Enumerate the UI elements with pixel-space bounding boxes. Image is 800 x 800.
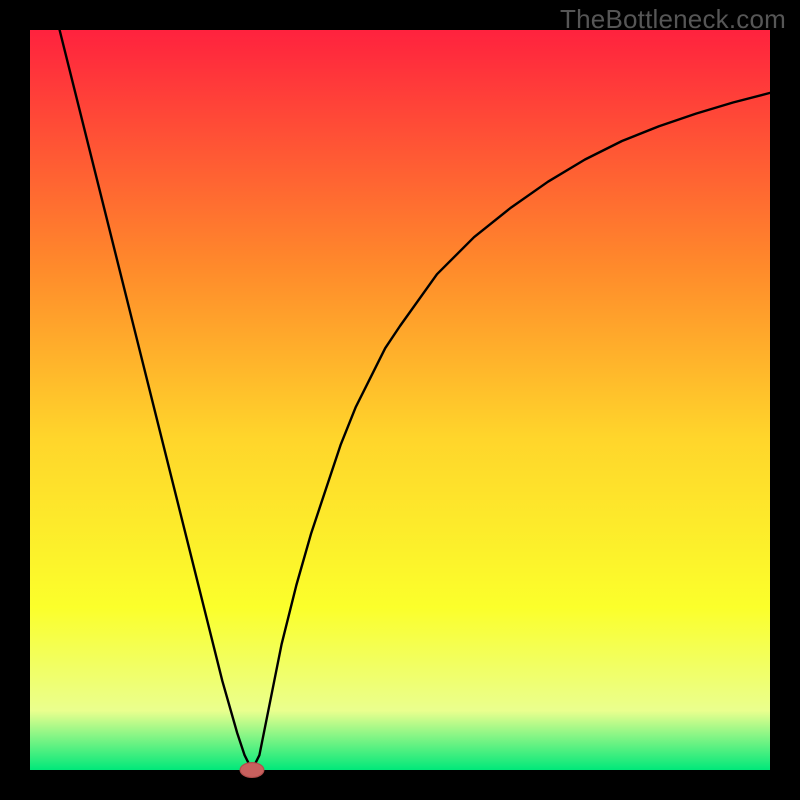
chart-canvas [0, 0, 800, 800]
watermark-label: TheBottleneck.com [560, 4, 786, 35]
chart-frame: TheBottleneck.com [0, 0, 800, 800]
optimal-point-marker [240, 763, 264, 778]
plot-background [30, 30, 770, 770]
